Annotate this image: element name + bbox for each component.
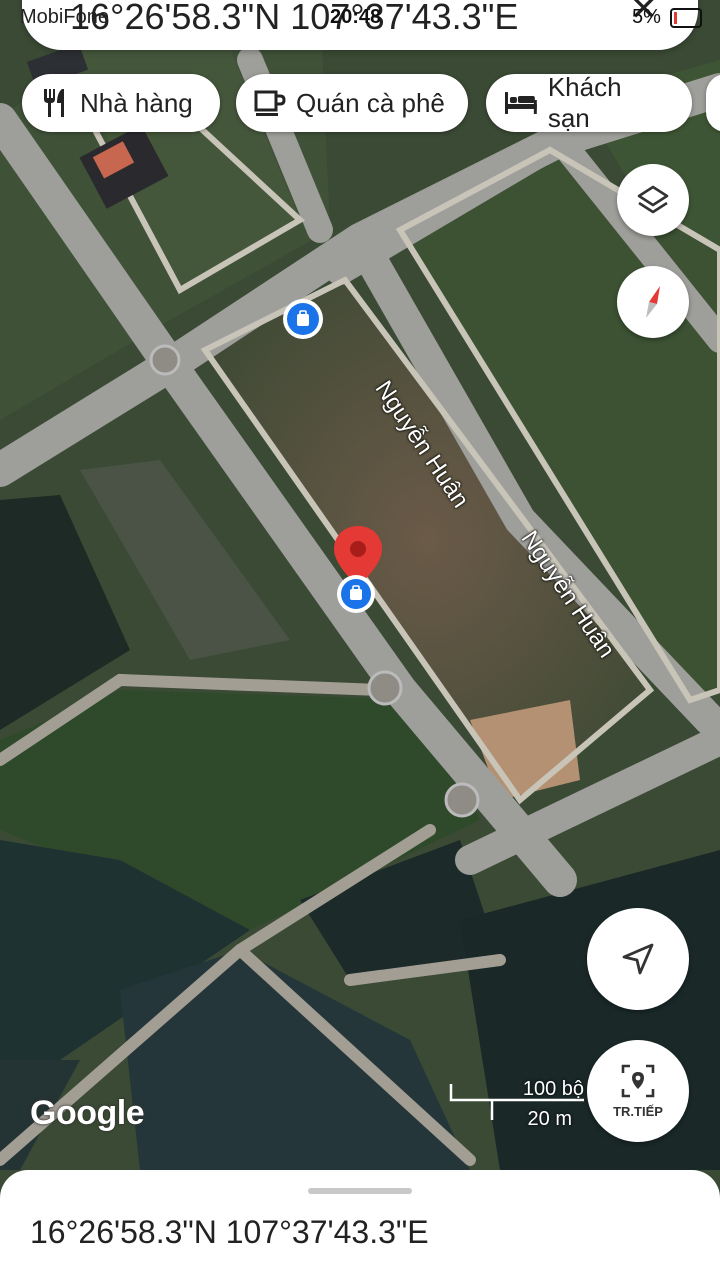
live-view-button[interactable]: TR.TIẾP xyxy=(587,1040,689,1142)
chip-label: Khách sạn xyxy=(547,72,622,133)
google-logo: Google xyxy=(30,1094,145,1132)
layers-button[interactable] xyxy=(617,164,689,236)
layers-icon xyxy=(637,185,669,214)
chip-label: Quán cà phê xyxy=(296,87,445,118)
sheet-drag-handle[interactable] xyxy=(308,1188,412,1194)
coffee-cup-icon xyxy=(254,90,286,116)
chip-cafes[interactable]: Quán cà phê xyxy=(236,74,468,132)
status-bar: MobiFone 20:48 5% xyxy=(0,0,720,34)
clock: 20:48 xyxy=(330,6,382,28)
poi-hotel-marker[interactable] xyxy=(283,299,323,339)
compass-button[interactable] xyxy=(617,266,689,338)
map-scale: 100 bộ 20 m xyxy=(448,1078,584,1130)
place-coordinates: 16°26'58.3"N 107°37'43.3"E xyxy=(30,1214,429,1250)
compass-icon xyxy=(646,286,660,318)
scale-imperial: 100 bộ xyxy=(522,1078,584,1100)
my-location-button[interactable] xyxy=(587,908,689,1010)
bed-icon xyxy=(504,92,537,114)
battery-percent: 5% xyxy=(632,6,661,28)
chip-label: Nhà hàng xyxy=(80,87,193,118)
carrier-name: MobiFone xyxy=(20,6,109,28)
fork-knife-icon xyxy=(44,89,64,117)
selected-location-pin[interactable] xyxy=(326,522,390,614)
bottom-sheet[interactable]: 16°26'58.3"N 107°37'43.3"E xyxy=(0,1170,720,1280)
chip-hotels[interactable]: Khách sạn xyxy=(486,72,692,133)
battery-icon xyxy=(670,8,702,28)
live-view-label: TR.TIẾP xyxy=(613,1103,663,1119)
live-view-icon xyxy=(621,1064,655,1097)
navigation-arrow-icon xyxy=(622,943,654,975)
scale-metric: 20 m xyxy=(527,1108,572,1130)
chip-restaurants[interactable]: Nhà hàng xyxy=(22,74,220,132)
suitcase-icon xyxy=(287,303,319,335)
